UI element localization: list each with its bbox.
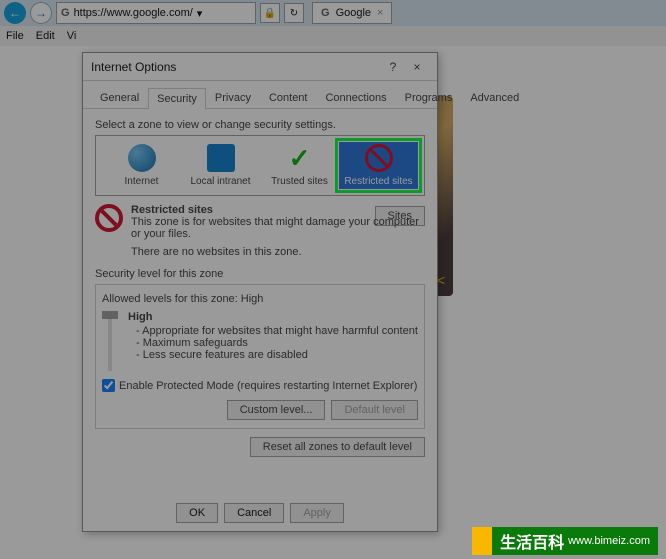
- tab-content[interactable]: Content: [260, 87, 317, 108]
- restricted-icon: [365, 144, 393, 172]
- dialog-title: Internet Options: [91, 60, 381, 74]
- close-button[interactable]: ×: [405, 60, 429, 74]
- globe-icon: [128, 144, 156, 172]
- lock-icon[interactable]: 🔒: [260, 3, 280, 23]
- dropdown-icon[interactable]: ▾: [197, 7, 203, 20]
- watermark: 生活百科 www.bimeiz.com: [472, 527, 658, 555]
- security-level-box: Allowed levels for this zone: High High …: [95, 284, 425, 429]
- restricted-icon-large: [95, 204, 123, 232]
- tab-privacy[interactable]: Privacy: [206, 87, 260, 108]
- dialog-footer: OK Cancel Apply: [83, 503, 437, 523]
- zone-label-internet: Internet: [104, 176, 179, 187]
- level-text: High Appropriate for websites that might…: [128, 311, 418, 371]
- internet-options-dialog: Internet Options ? × General Security Pr…: [82, 52, 438, 532]
- reset-row: Reset all zones to default level: [95, 437, 425, 457]
- tab-connections[interactable]: Connections: [316, 87, 395, 108]
- zone-label-intranet: Local intranet: [183, 176, 258, 187]
- protected-mode-checkbox[interactable]: [102, 379, 115, 392]
- level-name: High: [128, 311, 418, 323]
- url-text: https://www.google.com/: [74, 7, 193, 19]
- tab-security[interactable]: Security: [148, 88, 206, 109]
- nav-row: ← → G https://www.google.com/ ▾ 🔒 ↻ G Go…: [0, 0, 666, 26]
- zone-label-restricted: Restricted sites: [341, 176, 416, 187]
- ok-button[interactable]: OK: [176, 503, 218, 523]
- slider-track: [108, 311, 112, 371]
- zone-desc-text: Restricted sites This zone is for websit…: [131, 204, 425, 240]
- help-button[interactable]: ?: [381, 60, 405, 74]
- menu-bar: File Edit Vi: [0, 26, 666, 46]
- security-slider[interactable]: [102, 311, 118, 371]
- bullet-3: Less secure features are disabled: [136, 349, 418, 361]
- check-icon: ✓: [286, 144, 314, 172]
- security-level-label: Security level for this zone: [95, 268, 425, 280]
- tab-title: Google: [336, 7, 371, 19]
- dialog-body: Select a zone to view or change security…: [83, 109, 437, 467]
- share-icon[interactable]: <: [437, 272, 445, 288]
- zone-local-intranet[interactable]: Local intranet: [181, 142, 260, 189]
- custom-level-button[interactable]: Custom level...: [227, 400, 326, 420]
- zone-desc-title: Restricted sites: [131, 204, 425, 216]
- menu-file[interactable]: File: [6, 30, 24, 42]
- no-sites-text: There are no websites in this zone.: [131, 246, 425, 258]
- browser-tab[interactable]: G Google ×: [312, 2, 392, 24]
- bullet-2: Maximum safeguards: [136, 337, 418, 349]
- slider-thumb[interactable]: [102, 311, 118, 319]
- dialog-tabs: General Security Privacy Content Connect…: [83, 81, 437, 109]
- menu-view[interactable]: Vi: [67, 30, 77, 42]
- dialog-titlebar: Internet Options ? ×: [83, 53, 437, 81]
- tab-close-icon[interactable]: ×: [377, 7, 383, 19]
- url-icon: G: [61, 7, 70, 19]
- back-button[interactable]: ←: [4, 2, 26, 24]
- watermark-cn: 生活百科: [500, 529, 564, 553]
- allowed-levels: Allowed levels for this zone: High: [102, 293, 418, 305]
- bullet-1: Appropriate for websites that might have…: [136, 325, 418, 337]
- zone-label-trusted: Trusted sites: [262, 176, 337, 187]
- level-bullets: Appropriate for websites that might have…: [128, 325, 418, 361]
- reset-all-button[interactable]: Reset all zones to default level: [250, 437, 425, 457]
- watermark-url: www.bimeiz.com: [568, 535, 650, 547]
- zone-selector: Internet Local intranet ✓ Trusted sites …: [95, 135, 425, 196]
- cancel-button[interactable]: Cancel: [224, 503, 284, 523]
- zone-desc-body: This zone is for websites that might dam…: [131, 216, 425, 240]
- browser-chrome: ← → G https://www.google.com/ ▾ 🔒 ↻ G Go…: [0, 0, 666, 46]
- zone-trusted-sites[interactable]: ✓ Trusted sites: [260, 142, 339, 189]
- level-buttons: Custom level... Default level: [102, 400, 418, 420]
- protected-mode-label: Enable Protected Mode (requires restarti…: [119, 380, 417, 392]
- zone-instruction: Select a zone to view or change security…: [95, 119, 425, 131]
- zone-internet[interactable]: Internet: [102, 142, 181, 189]
- default-level-button[interactable]: Default level: [331, 400, 418, 420]
- apply-button[interactable]: Apply: [290, 503, 344, 523]
- url-box[interactable]: G https://www.google.com/ ▾: [56, 2, 256, 24]
- forward-button[interactable]: →: [30, 2, 52, 24]
- tab-icon: G: [321, 7, 330, 19]
- monitor-icon: [207, 144, 235, 172]
- protected-mode-row: Enable Protected Mode (requires restarti…: [102, 379, 418, 392]
- zone-description: Restricted sites This zone is for websit…: [95, 204, 425, 240]
- security-level-section: Security level for this zone Allowed lev…: [95, 268, 425, 457]
- zone-restricted-sites[interactable]: Restricted sites: [339, 142, 418, 189]
- refresh-button[interactable]: ↻: [284, 3, 304, 23]
- tab-advanced[interactable]: Advanced: [461, 87, 528, 108]
- tab-programs[interactable]: Programs: [396, 87, 462, 108]
- level-row: High Appropriate for websites that might…: [102, 311, 418, 371]
- tab-general[interactable]: General: [91, 87, 148, 108]
- menu-edit[interactable]: Edit: [36, 30, 55, 42]
